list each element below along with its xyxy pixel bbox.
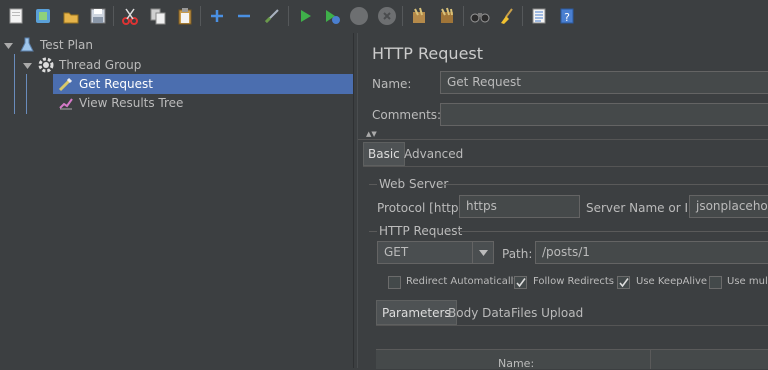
http-request-section-label: HTTP Request [379,224,463,238]
follow-redirects-checkbox[interactable] [514,276,527,289]
parameters-table-header: Name: [376,349,768,370]
pipette-icon [58,76,74,92]
svg-text:?: ? [564,11,570,24]
expand-all-icon[interactable] [206,5,228,27]
search-binoculars-icon[interactable] [469,5,491,27]
web-server-section-label: Web Server [379,177,449,191]
paste-icon[interactable] [174,5,196,27]
comments-field[interactable] [440,103,768,126]
tab-files-upload[interactable]: Files Upload [507,300,587,325]
tab-divider [363,166,768,167]
server-name-field[interactable]: jsonplaceholde [689,195,768,218]
checkmark-icon [516,278,526,288]
tree-item-thread-group[interactable]: Thread Group [22,55,141,75]
reset-search-broom-icon[interactable] [496,5,518,27]
toolbar-separator [200,6,201,26]
toolbar-separator [113,6,114,26]
chevron-down-icon[interactable] [22,60,32,70]
table-header-name: Name: [498,357,535,370]
server-name-label: Server Name or IP: [586,201,700,215]
tab-divider [376,325,768,326]
gear-icon [38,57,54,73]
function-helper-icon[interactable] [528,5,550,27]
cut-icon[interactable] [119,5,141,27]
tree-guide-line [26,74,27,114]
use-multipart-label: Use multi [727,276,768,287]
protocol-label: Protocol [http]: [377,201,468,215]
tree-item-label: Thread Group [59,58,142,72]
tree-item-view-results-tree[interactable]: View Results Tree [58,93,183,113]
tree-guide-line [14,54,15,114]
toolbar-separator [288,6,289,26]
tab-advanced[interactable]: Advanced [400,142,467,166]
tree-item-test-plan[interactable]: Test Plan [3,35,93,55]
copy-icon[interactable] [147,5,169,27]
use-multipart-checkbox[interactable] [709,276,722,289]
name-label: Name: [372,77,412,91]
start-no-pauses-icon[interactable] [321,5,343,27]
tab-basic[interactable]: Basic [363,142,405,166]
section-border [369,184,377,185]
clear-all-icon[interactable] [436,5,458,27]
tree-item-label: Test Plan [40,38,93,52]
http-request-panel: HTTP Request Name: Get Request Comments:… [358,33,768,370]
test-plan-tree: Test Plan Thread Group Get Request View … [0,33,353,368]
open-folder-icon[interactable] [60,5,82,27]
templates-icon[interactable] [32,5,54,27]
divider [358,139,768,140]
help-icon[interactable]: ? [556,5,578,27]
use-keepalive-label: Use KeepAlive [636,276,708,287]
flask-icon [19,37,35,53]
path-label: Path: [502,247,533,261]
toolbar-separator [463,6,464,26]
redirect-automatically-checkbox[interactable] [388,276,401,289]
toolbar-separator [402,6,403,26]
path-field[interactable]: /posts/1 [535,241,768,264]
collapse-all-icon[interactable] [233,5,255,27]
method-value: GET [384,245,409,259]
section-border [369,231,377,232]
save-icon[interactable] [87,5,109,27]
panel-title: HTTP Request [372,44,484,63]
chevron-down-icon[interactable] [3,40,13,50]
new-icon[interactable] [5,5,27,27]
use-keepalive-checkbox[interactable] [617,276,630,289]
shutdown-icon[interactable] [376,5,398,27]
results-chart-icon [58,95,74,111]
clear-icon[interactable] [408,5,430,27]
tree-item-label: View Results Tree [79,96,184,110]
tab-body-data[interactable]: Body Data [444,300,515,325]
toggle-icon[interactable] [261,5,283,27]
comments-label: Comments: [372,108,442,122]
toolbar: ? [0,0,768,33]
column-divider [650,350,651,369]
name-field[interactable]: Get Request [440,71,768,94]
redirect-automatically-label: Redirect Automatically [406,276,520,287]
section-border [442,184,768,185]
section-border [459,231,768,232]
toolbar-separator [522,6,523,26]
follow-redirects-label: Follow Redirects [533,276,614,287]
tree-item-get-request[interactable]: Get Request [53,74,353,94]
checkmark-icon [619,278,629,288]
method-select[interactable]: GET [377,241,494,264]
protocol-field[interactable]: https [459,195,580,218]
chevron-down-icon[interactable] [472,242,493,263]
collapse-toggle-icon[interactable]: ▲▼ [366,130,377,138]
stop-icon[interactable] [348,5,370,27]
start-icon[interactable] [294,5,316,27]
tree-item-label: Get Request [79,77,153,91]
